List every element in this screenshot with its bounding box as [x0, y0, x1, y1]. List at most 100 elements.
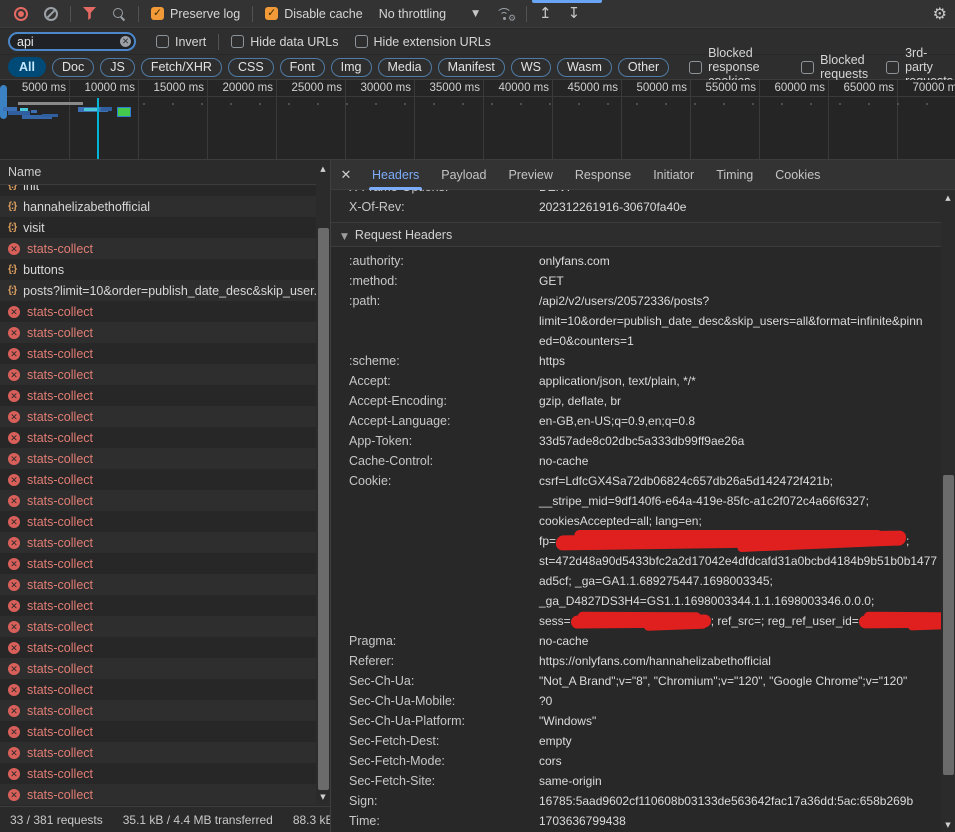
scrollbar-thumb[interactable] — [318, 228, 329, 790]
request-row[interactable]: ✕stats-collect — [0, 784, 330, 805]
details-scrollbar[interactable]: ▲ ▼ — [941, 190, 955, 832]
request-row[interactable]: ✕stats-collect — [0, 406, 330, 427]
request-row[interactable]: ✕stats-collect — [0, 658, 330, 679]
error-icon: ✕ — [8, 495, 20, 507]
type-filter-manifest[interactable]: Manifest — [438, 58, 505, 77]
type-filter-img[interactable]: Img — [331, 58, 372, 77]
request-row[interactable]: ✕stats-collect — [0, 574, 330, 595]
disable-cache-checkbox[interactable]: Disable cache — [257, 0, 371, 28]
overview-drag-handle[interactable] — [0, 85, 7, 119]
request-row[interactable]: ✕stats-collect — [0, 742, 330, 763]
header-name: Sec-Ch-Ua-Mobile: — [349, 691, 539, 711]
type-filter-fetch-xhr[interactable]: Fetch/XHR — [141, 58, 222, 77]
clear-filter-icon[interactable]: ✕ — [120, 36, 131, 47]
checkbox-icon — [156, 35, 169, 48]
clear-button[interactable] — [36, 0, 66, 28]
name-column-header[interactable]: Name — [0, 160, 330, 185]
request-row[interactable]: ✕stats-collect — [0, 427, 330, 448]
preserve-log-checkbox[interactable]: Preserve log — [143, 0, 248, 28]
settings-button[interactable]: ⚙ — [925, 0, 955, 28]
network-toolbar: Preserve log Disable cache No throttling… — [0, 0, 955, 28]
tab-preview[interactable]: Preview — [497, 160, 563, 190]
request-row[interactable]: ✕stats-collect — [0, 700, 330, 721]
scrollbar-thumb[interactable] — [943, 475, 954, 775]
scroll-up-icon[interactable]: ▲ — [316, 165, 330, 173]
tab-headers[interactable]: Headers — [361, 160, 430, 190]
request-row[interactable]: ✕stats-collect — [0, 532, 330, 553]
timeline-overview[interactable]: 5000 ms10000 ms15000 ms20000 ms25000 ms3… — [0, 80, 955, 160]
filter-toggle-button[interactable] — [75, 0, 104, 28]
request-row[interactable]: ✕stats-collect — [0, 763, 330, 784]
type-filter-font[interactable]: Font — [280, 58, 325, 77]
request-row[interactable]: {:}init — [0, 185, 330, 196]
scroll-down-icon[interactable]: ▼ — [941, 821, 955, 829]
request-row[interactable]: ✕stats-collect — [0, 616, 330, 637]
network-conditions-button[interactable]: ⚙ — [487, 0, 522, 28]
request-row[interactable]: ✕stats-collect — [0, 679, 330, 700]
invert-checkbox[interactable]: Invert — [148, 29, 214, 54]
type-filter-doc[interactable]: Doc — [52, 58, 94, 77]
request-headers-section-header[interactable]: ▼Request Headers — [331, 223, 941, 247]
hide-extension-urls-checkbox[interactable]: Hide extension URLs — [347, 29, 499, 54]
request-row[interactable]: ✕stats-collect — [0, 595, 330, 616]
request-row[interactable]: ✕stats-collect — [0, 301, 330, 322]
tab-response[interactable]: Response — [564, 160, 642, 190]
scroll-up-icon[interactable]: ▲ — [941, 194, 955, 202]
header-value: https://onlyfans.com/hannahelizabethoffi… — [539, 651, 771, 671]
search-button[interactable] — [104, 0, 134, 28]
request-row[interactable]: {:}hannahelizabethofficial — [0, 196, 330, 217]
header-value: application/json, text/plain, */* — [539, 371, 696, 391]
import-har-button[interactable]: ↥ — [531, 0, 560, 28]
filter-input[interactable]: api ✕ — [8, 32, 136, 51]
scroll-down-icon[interactable]: ▼ — [316, 793, 330, 801]
status-item: 33 / 381 requests — [0, 813, 113, 827]
request-row[interactable]: ✕stats-collect — [0, 637, 330, 658]
header-row: Sign:16785:5aad9602cf110608b03133de56364… — [331, 791, 941, 811]
requests-scrollbar[interactable]: ▲ ▼ — [316, 162, 330, 804]
waterfall-dot — [578, 103, 580, 105]
tab-initiator[interactable]: Initiator — [642, 160, 705, 190]
throttling-select[interactable]: No throttling ▼ — [371, 0, 487, 28]
request-row[interactable]: ✕stats-collect — [0, 343, 330, 364]
request-row[interactable]: ✕stats-collect — [0, 322, 330, 343]
tab-timing[interactable]: Timing — [705, 160, 764, 190]
header-name: :scheme: — [349, 351, 539, 371]
request-row[interactable]: {:}posts?limit=10&order=publish_date_des… — [0, 280, 330, 301]
tab-payload[interactable]: Payload — [430, 160, 497, 190]
request-row[interactable]: ✕stats-collect — [0, 553, 330, 574]
type-filter-all[interactable]: All — [8, 57, 46, 77]
header-name: Sec-Ch-Ua-Platform: — [349, 711, 539, 731]
type-filter-ws[interactable]: WS — [511, 58, 551, 77]
type-filter-js[interactable]: JS — [100, 58, 135, 77]
hide-data-urls-checkbox[interactable]: Hide data URLs — [223, 29, 346, 54]
type-filter-css[interactable]: CSS — [228, 58, 274, 77]
divider — [138, 6, 139, 22]
request-row[interactable]: ✕stats-collect — [0, 721, 330, 742]
request-row[interactable]: ✕stats-collect — [0, 490, 330, 511]
timeline-tick-label: 50000 ms — [621, 82, 687, 94]
request-row[interactable]: ✕stats-collect — [0, 238, 330, 259]
request-row[interactable]: ✕stats-collect — [0, 385, 330, 406]
request-row[interactable]: ✕stats-collect — [0, 364, 330, 385]
header-value-line: GET — [539, 271, 564, 291]
request-row[interactable]: {:}buttons — [0, 259, 330, 280]
tab-cookies[interactable]: Cookies — [764, 160, 831, 190]
record-button[interactable] — [6, 0, 36, 28]
waterfall-mark — [18, 102, 83, 105]
header-name: X-Frame-Options: — [349, 190, 539, 197]
request-row[interactable]: ✕stats-collect — [0, 448, 330, 469]
request-row[interactable]: ✕stats-collect — [0, 469, 330, 490]
request-name: stats-collect — [27, 410, 93, 424]
close-icon[interactable]: ✕ — [331, 167, 361, 183]
export-har-button[interactable]: ↧ — [560, 0, 589, 28]
request-row[interactable]: ✕stats-collect — [0, 511, 330, 532]
header-value-line: cookiesAccepted=all; lang=en; — [539, 511, 941, 531]
type-filter-other[interactable]: Other — [618, 58, 669, 77]
type-filter-media[interactable]: Media — [378, 58, 432, 77]
timeline-gridline — [828, 80, 829, 159]
type-filter-wasm[interactable]: Wasm — [557, 58, 612, 77]
header-value: "Not_A Brand";v="8", "Chromium";v="120",… — [539, 671, 907, 691]
filter-checkbox-blocked-requests[interactable]: Blocked requests — [801, 53, 868, 81]
header-name: Time: — [349, 811, 539, 831]
request-row[interactable]: {:}visit — [0, 217, 330, 238]
